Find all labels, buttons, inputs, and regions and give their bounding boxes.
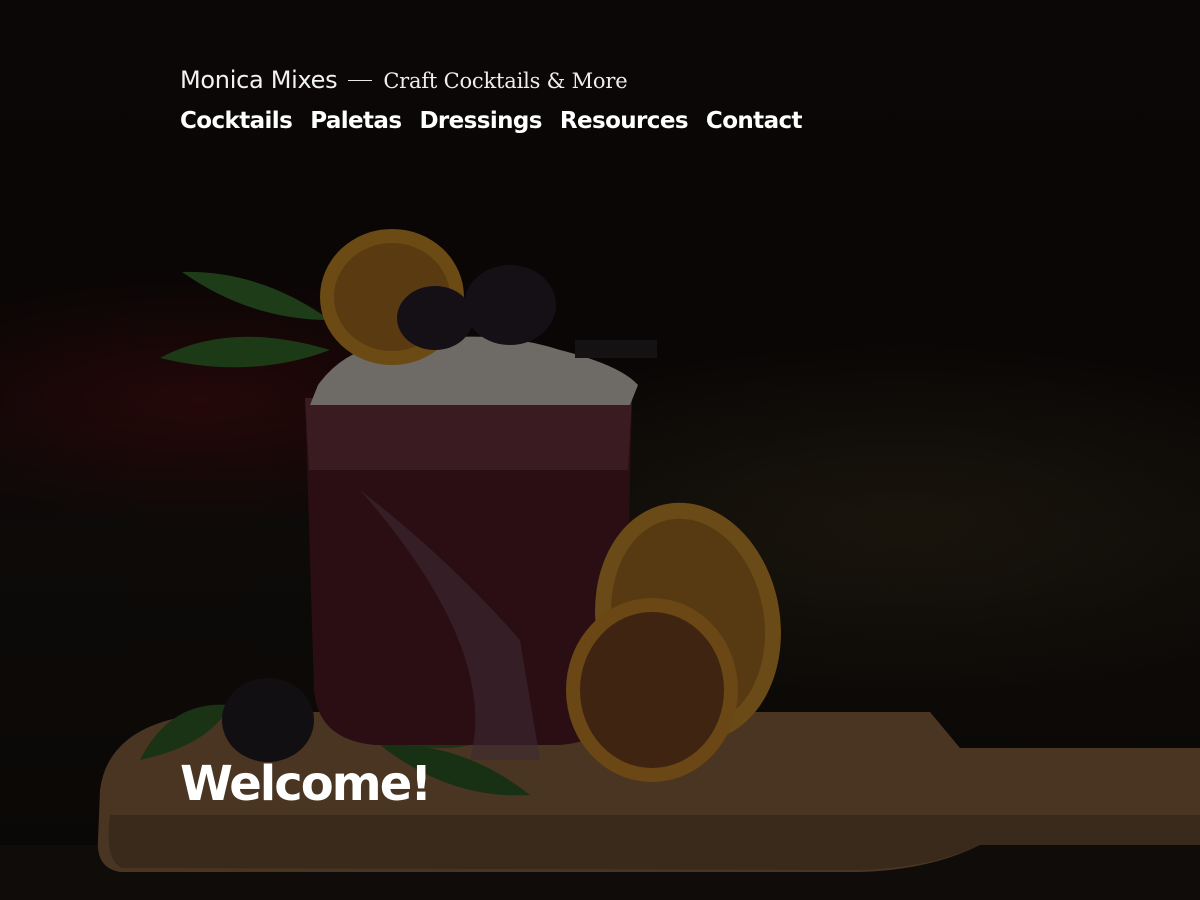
nav-item-contact[interactable]: Contact — [706, 108, 803, 134]
nav-item-dressings[interactable]: Dressings — [419, 108, 542, 134]
nav-item-paletas[interactable]: Paletas — [310, 108, 402, 134]
nav-item-resources[interactable]: Resources — [560, 108, 689, 134]
hero-section: Monica Mixes Craft Cocktails & More Cock… — [0, 0, 1200, 900]
nav-item-cocktails[interactable]: Cocktails — [180, 108, 293, 134]
title-separator — [348, 80, 373, 81]
site-title[interactable]: Monica Mixes — [180, 66, 338, 94]
main-nav: Cocktails Paletas Dressings Resources Co… — [180, 108, 880, 134]
hero-heading: Welcome! — [180, 756, 432, 812]
site-tagline: Craft Cocktails & More — [383, 69, 628, 93]
brand: Monica Mixes Craft Cocktails & More — [180, 66, 880, 94]
site-header: Monica Mixes Craft Cocktails & More Cock… — [180, 66, 880, 134]
